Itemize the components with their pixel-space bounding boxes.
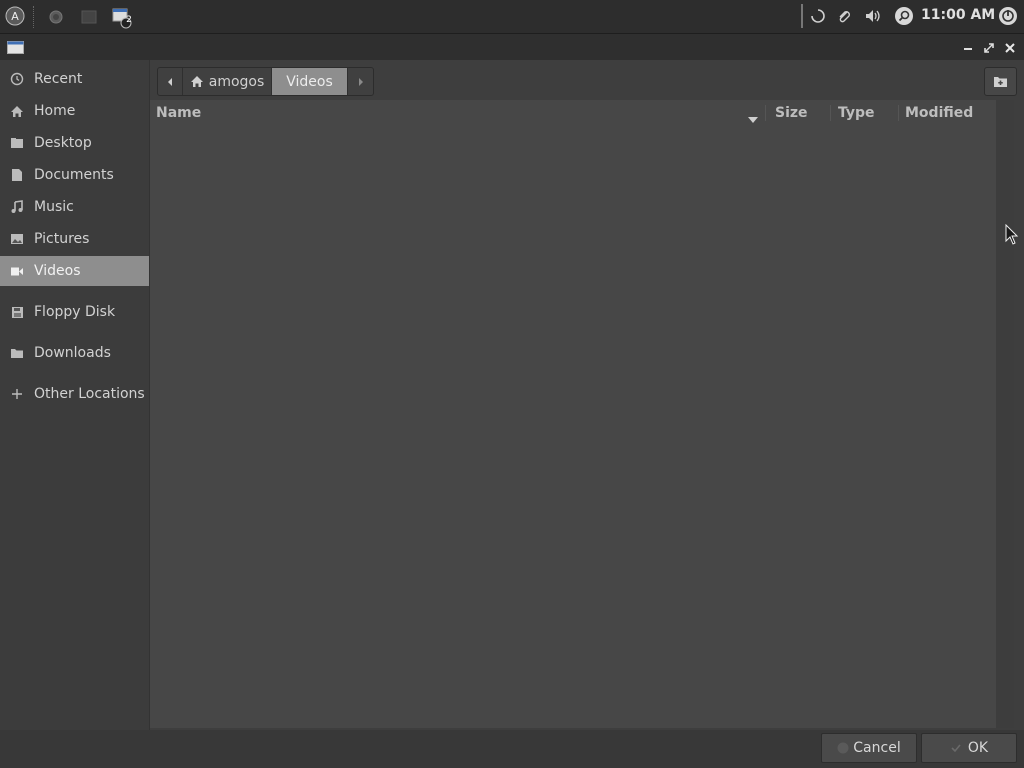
sidebar-item-label: Home (34, 103, 76, 119)
column-divider (830, 105, 831, 121)
sidebar-item-label: Documents (34, 167, 114, 183)
column-header-modified[interactable]: Modified (905, 100, 995, 126)
sort-descending-icon[interactable] (748, 109, 760, 123)
home-icon (190, 76, 203, 87)
cancel-button-label: Cancel (853, 740, 901, 756)
column-divider (898, 105, 899, 121)
chevron-left-icon (168, 77, 172, 86)
new-folder-icon (994, 77, 1007, 87)
sidebar-item-label: Music (34, 199, 74, 215)
maximize-icon[interactable] (981, 40, 997, 56)
sidebar-item-pictures[interactable]: Pictures (0, 224, 149, 254)
power-icon[interactable] (997, 5, 1019, 27)
music-icon (0, 200, 34, 214)
close-icon[interactable] (1002, 40, 1018, 56)
path-forward-button[interactable] (348, 68, 373, 95)
sidebar-item-label: Floppy Disk (34, 304, 116, 320)
workspace-window-icon[interactable]: 2 (110, 6, 134, 30)
top-panel: A 2 11:00 AM (0, 0, 1024, 34)
desktop-icon (0, 137, 34, 149)
ok-button-label: OK (967, 740, 989, 756)
workspace-badge: 2 (126, 15, 132, 25)
sidebar-item-floppy-disk[interactable]: Floppy Disk (0, 297, 149, 327)
app-menu-icon[interactable]: A (4, 5, 26, 27)
loading-spinner-icon (808, 6, 828, 26)
places-sidebar: Recent Home Desktop Documents Music Pict… (0, 60, 150, 730)
path-current-button[interactable]: Videos (272, 68, 348, 95)
column-divider (765, 105, 766, 121)
column-header-size[interactable]: Size (775, 100, 830, 126)
document-icon (0, 168, 34, 182)
path-current-label: Videos (286, 73, 333, 90)
picture-icon (0, 233, 34, 245)
svg-text:A: A (11, 10, 19, 23)
sidebar-item-desktop[interactable]: Desktop (0, 128, 149, 158)
volume-icon[interactable] (862, 6, 884, 26)
cancel-icon (837, 742, 849, 754)
path-home-label: amogos (208, 73, 265, 90)
panel-separator (33, 6, 34, 28)
column-modified-label: Modified (905, 105, 974, 121)
sidebar-item-recent[interactable]: Recent (0, 64, 149, 94)
clock[interactable]: 11:00 AM (921, 7, 995, 23)
column-header-type[interactable]: Type (838, 100, 898, 126)
browser-launcher-icon[interactable] (46, 7, 66, 27)
sidebar-item-downloads[interactable]: Downloads (0, 338, 149, 368)
floppy-icon (0, 306, 34, 319)
column-name-label: Name (156, 105, 202, 121)
clock-icon (0, 72, 34, 86)
sidebar-item-label: Videos (34, 263, 81, 279)
sidebar-item-label: Desktop (34, 135, 92, 151)
dialog-titlebar (0, 34, 1024, 60)
new-folder-button[interactable] (984, 67, 1017, 96)
vertical-scrollbar[interactable] (996, 100, 1014, 728)
sidebar-item-documents[interactable]: Documents (0, 160, 149, 190)
chevron-right-icon (358, 77, 363, 86)
sidebar-item-other-locations[interactable]: Other Locations (0, 379, 149, 409)
clipboard-attachment-icon[interactable] (834, 6, 854, 26)
sidebar-item-label: Downloads (34, 345, 111, 361)
sidebar-item-music[interactable]: Music (0, 192, 149, 222)
terminal-launcher-icon[interactable] (79, 7, 99, 27)
checkmark-icon (951, 744, 961, 753)
sidebar-item-label: Other Locations (34, 386, 145, 402)
cancel-button[interactable]: Cancel (821, 733, 917, 763)
search-icon[interactable] (893, 5, 915, 27)
folder-icon (0, 347, 34, 359)
window-icon (6, 40, 24, 54)
sidebar-item-home[interactable]: Home (0, 96, 149, 126)
ok-button[interactable]: OK (921, 733, 1017, 763)
column-type-label: Type (838, 105, 875, 121)
sidebar-item-label: Recent (34, 71, 83, 87)
column-header-name[interactable]: Name (156, 100, 766, 126)
path-bar: amogos Videos (157, 67, 374, 96)
file-list[interactable]: Name Size Type Modified (150, 100, 996, 728)
video-icon (0, 266, 34, 277)
sidebar-item-label: Pictures (34, 231, 90, 247)
minimize-icon[interactable] (960, 40, 976, 56)
column-size-label: Size (775, 105, 808, 121)
mouse-cursor-icon (1005, 223, 1019, 246)
path-back-button[interactable] (158, 68, 183, 95)
sidebar-item-videos[interactable]: Videos (0, 256, 149, 286)
home-icon (0, 105, 34, 118)
plus-icon (0, 388, 34, 400)
panel-divider (801, 4, 803, 28)
path-home-button[interactable]: amogos (183, 68, 272, 95)
